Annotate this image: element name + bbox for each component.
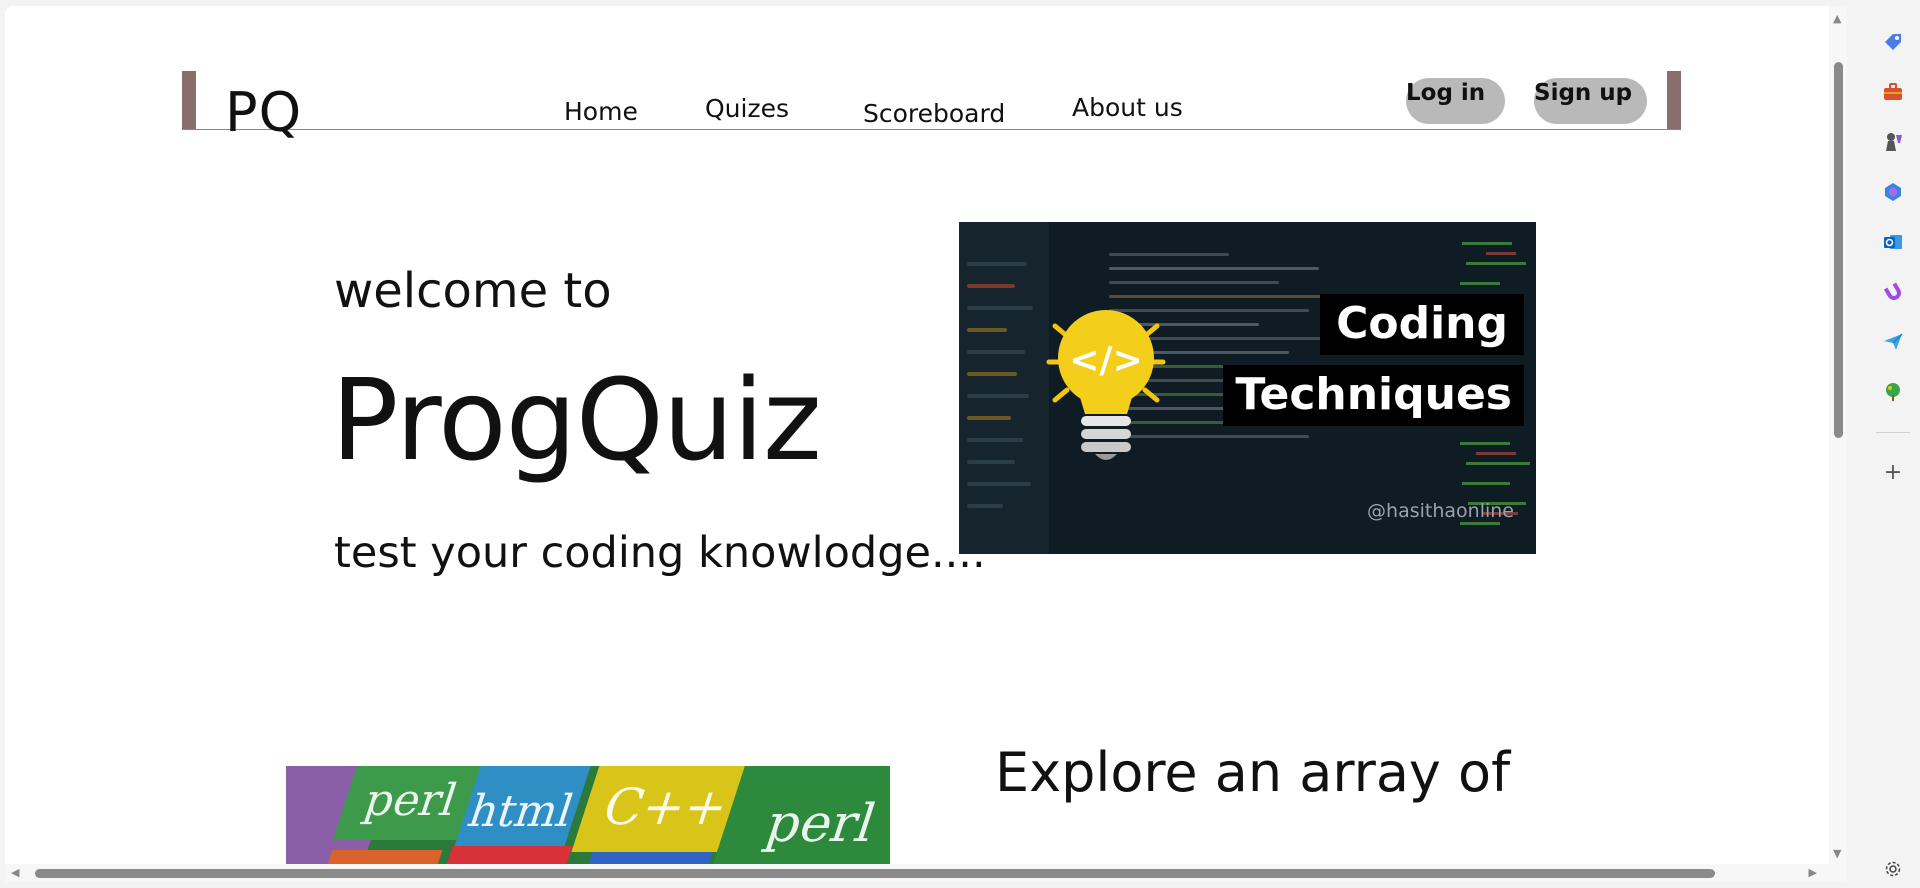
tag-icon[interactable] [1880,29,1906,55]
settings-icon[interactable] [1880,856,1906,882]
vertical-scrollbar[interactable]: ▲ ▼ [1829,6,1847,882]
browser-sidebar: + [1866,0,1920,888]
login-button-label: Log in [1406,80,1486,106]
signup-button[interactable]: Sign up [1534,78,1647,124]
navbar: PQ Home Quizes Scoreboard About us Log i… [177,65,1681,144]
editor-file-panel [959,222,1049,554]
hero-welcome-text: welcome to [334,263,612,319]
svg-text:</>: </> [1069,340,1142,381]
briefcase-icon[interactable] [1880,79,1906,105]
navbar-left-accent [182,71,196,130]
hero-tagline: test your coding knowlodge.... [334,528,986,578]
login-button[interactable]: Log in [1406,78,1505,124]
scroll-down-arrow-icon[interactable]: ▼ [1833,847,1841,860]
scroll-up-arrow-icon[interactable]: ▲ [1833,12,1841,25]
hero-title: ProgQuiz [331,356,822,486]
send-icon[interactable] [1880,329,1906,355]
scroll-right-arrow-icon[interactable]: ▶ [1809,866,1817,879]
image-label-techniques: Techniques [1223,365,1524,426]
horizontal-scrollbar[interactable]: ◀ ▶ [5,864,1847,882]
vertical-scroll-thumb[interactable] [1834,62,1843,438]
chess-icon[interactable] [1880,129,1906,155]
explore-heading: Explore an array of [995,741,1511,804]
browser-viewport: PQ Home Quizes Scoreboard About us Log i… [5,6,1847,882]
image-watermark: @hasithaonline [1367,500,1514,522]
coding-techniques-image: </> Coding Techniques @hasithaonline [959,222,1536,554]
lightbulb-icon: </> [1046,310,1166,460]
horizontal-scroll-thumb[interactable] [35,869,1715,878]
scroll-left-arrow-icon[interactable]: ◀ [11,866,19,879]
page-content: PQ Home Quizes Scoreboard About us Log i… [5,6,1847,882]
magnet-icon[interactable] [1880,279,1906,305]
tree-icon[interactable] [1880,379,1906,405]
copilot-icon[interactable] [1880,179,1906,205]
site-logo[interactable]: PQ [225,81,302,144]
nav-link-scoreboard[interactable]: Scoreboard [863,99,1005,128]
nav-link-quizes[interactable]: Quizes [705,94,789,123]
outlook-icon[interactable] [1880,229,1906,255]
image-label-coding: Coding [1320,294,1524,355]
sidebar-divider [1876,432,1910,433]
navbar-divider [182,129,1681,130]
nav-link-about-us[interactable]: About us [1072,93,1183,122]
navbar-right-accent [1667,71,1681,130]
add-icon[interactable]: + [1880,459,1906,485]
nav-link-home[interactable]: Home [564,97,638,126]
signup-button-label: Sign up [1534,80,1633,106]
